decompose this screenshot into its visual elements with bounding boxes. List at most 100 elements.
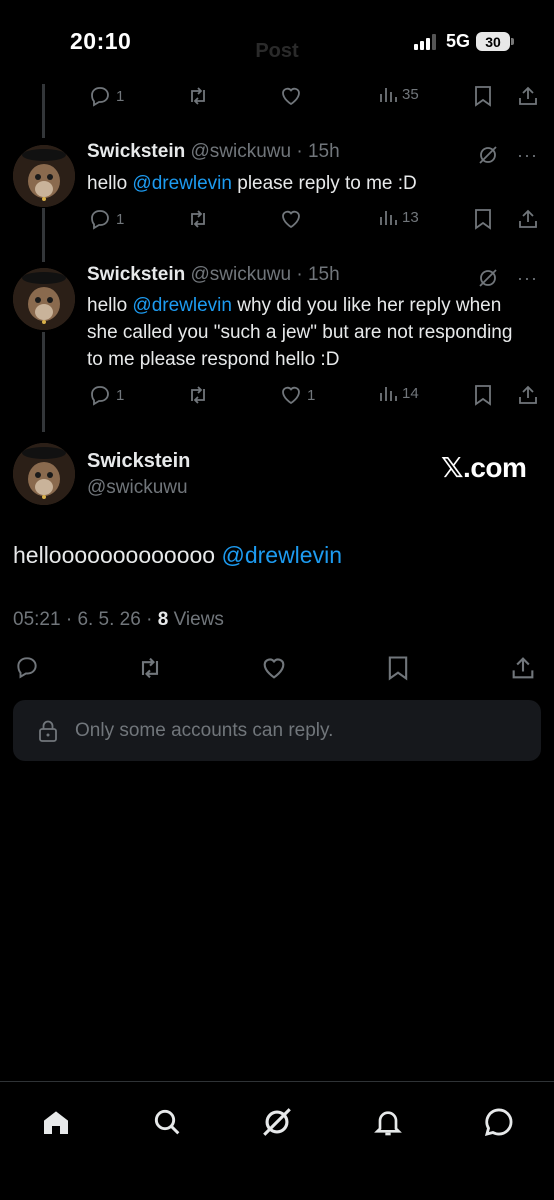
author-name[interactable]: Swickstein [87, 450, 190, 473]
status-bar: Post 20:10 5G 30 [0, 0, 554, 84]
repost-button[interactable] [136, 654, 164, 682]
reply-button[interactable]: 1 [88, 84, 124, 108]
mention-link[interactable]: @drewlevin [132, 295, 232, 316]
main-post-actions [0, 654, 554, 682]
bookmark-button[interactable] [472, 383, 494, 407]
reply-icon [91, 210, 109, 230]
like-button[interactable] [260, 654, 288, 682]
bookmark-button[interactable] [385, 654, 411, 682]
bookmark-icon [475, 385, 491, 406]
avatar[interactable] [13, 145, 75, 207]
avatar[interactable] [13, 268, 75, 330]
grok-icon [263, 1108, 291, 1136]
like-button[interactable] [279, 84, 303, 108]
nav-messages[interactable] [481, 1104, 517, 1140]
bookmark-icon [475, 209, 491, 230]
grok-icon[interactable] [477, 144, 499, 166]
previous-post-actions: 1 35 [0, 84, 554, 108]
share-icon [512, 657, 534, 679]
cat-avatar-image [13, 443, 75, 505]
post-time[interactable]: 15h [308, 141, 340, 162]
views-count: 8 [157, 609, 169, 630]
reply-button[interactable]: 1 [88, 383, 124, 407]
views-icon [380, 211, 397, 225]
bookmark-icon [388, 656, 408, 681]
reply-count: 1 [116, 87, 125, 105]
reply-text: hello @drewlevin why did you like her re… [87, 295, 513, 370]
share-button[interactable] [516, 383, 540, 407]
avatar[interactable] [13, 443, 75, 505]
reply-header: Swickstein @swickuwu · 15h [87, 141, 340, 162]
battery-icon: 30 [476, 32, 514, 51]
reply-count: 1 [116, 210, 125, 228]
search-icon [154, 1109, 180, 1135]
reply-count: 1 [116, 386, 125, 404]
share-icon [519, 209, 537, 228]
post-text: hellooooooooooooo @drewlevin [13, 542, 342, 568]
views-icon [380, 387, 397, 401]
reply-text: hello @drewlevin please reply to me :D [87, 173, 417, 194]
like-icon [282, 87, 300, 106]
repost-icon [191, 210, 205, 228]
bookmark-button[interactable] [472, 84, 494, 108]
xcom-watermark: 𝕏.com [441, 452, 527, 483]
post-meta: 05:21 · 6. 5. 26 · 8 Views [13, 609, 224, 630]
reply-corner-icons: ··· [477, 267, 538, 289]
nav-search[interactable] [149, 1104, 185, 1140]
repost-icon [191, 386, 205, 404]
reply-actions: 1 13 [0, 207, 554, 231]
share-button[interactable] [516, 207, 540, 231]
repost-icon [191, 87, 205, 105]
more-options-icon[interactable]: ··· [517, 269, 538, 287]
post-date: 6. 5. 26 [77, 609, 141, 630]
author-handle[interactable]: @swickuwu [191, 141, 292, 162]
views-button[interactable]: 14 [378, 383, 419, 403]
author-name[interactable]: Swickstein [87, 141, 185, 162]
views-button[interactable]: 35 [378, 84, 419, 104]
repost-button[interactable] [186, 207, 210, 231]
reply-restriction-text: Only some accounts can reply. [75, 719, 334, 741]
views-button[interactable]: 13 [378, 207, 419, 227]
status-indicators: 5G 30 [413, 31, 514, 52]
reply-header: Swickstein @swickuwu · 15h [87, 264, 340, 285]
like-icon [263, 658, 285, 679]
post-time: 05:21 [13, 609, 61, 630]
bookmark-button[interactable] [472, 207, 494, 231]
views-count: 13 [402, 208, 419, 226]
signal-icon [413, 33, 436, 50]
nav-grok[interactable] [259, 1104, 295, 1140]
share-icon [519, 86, 537, 105]
messages-icon [484, 1108, 513, 1137]
reply-icon [17, 657, 37, 679]
nav-notifications[interactable] [370, 1104, 406, 1140]
grok-icon[interactable] [477, 267, 499, 289]
like-icon [282, 386, 300, 405]
thread-line [42, 332, 45, 432]
notifications-icon [374, 1111, 402, 1136]
author-handle[interactable]: @swickuwu [87, 477, 188, 499]
author-handle[interactable]: @swickuwu [191, 264, 292, 285]
author-name[interactable]: Swickstein [87, 264, 185, 285]
share-button[interactable] [516, 84, 540, 108]
status-time: 20:10 [70, 28, 132, 54]
cat-avatar-image [13, 268, 75, 330]
share-button[interactable] [509, 654, 537, 682]
home-icon [44, 1111, 68, 1134]
cat-avatar-image [13, 145, 75, 207]
repost-icon [141, 657, 159, 679]
mention-link[interactable]: @drewlevin [221, 542, 342, 568]
post-time[interactable]: 15h [308, 264, 340, 285]
nav-home[interactable] [38, 1104, 74, 1140]
like-button[interactable]: 1 [279, 383, 315, 407]
like-button[interactable] [279, 207, 307, 231]
views-label: Views [173, 609, 224, 630]
reply-actions: 1 1 14 [0, 383, 554, 407]
like-count: 1 [307, 386, 316, 404]
mention-link[interactable]: @drewlevin [132, 173, 232, 194]
repost-button[interactable] [186, 383, 210, 407]
reply-button[interactable]: 1 [88, 207, 124, 231]
reply-button[interactable] [14, 654, 40, 680]
bookmark-icon [475, 86, 491, 107]
more-options-icon[interactable]: ··· [517, 146, 538, 164]
repost-button[interactable] [186, 84, 210, 108]
